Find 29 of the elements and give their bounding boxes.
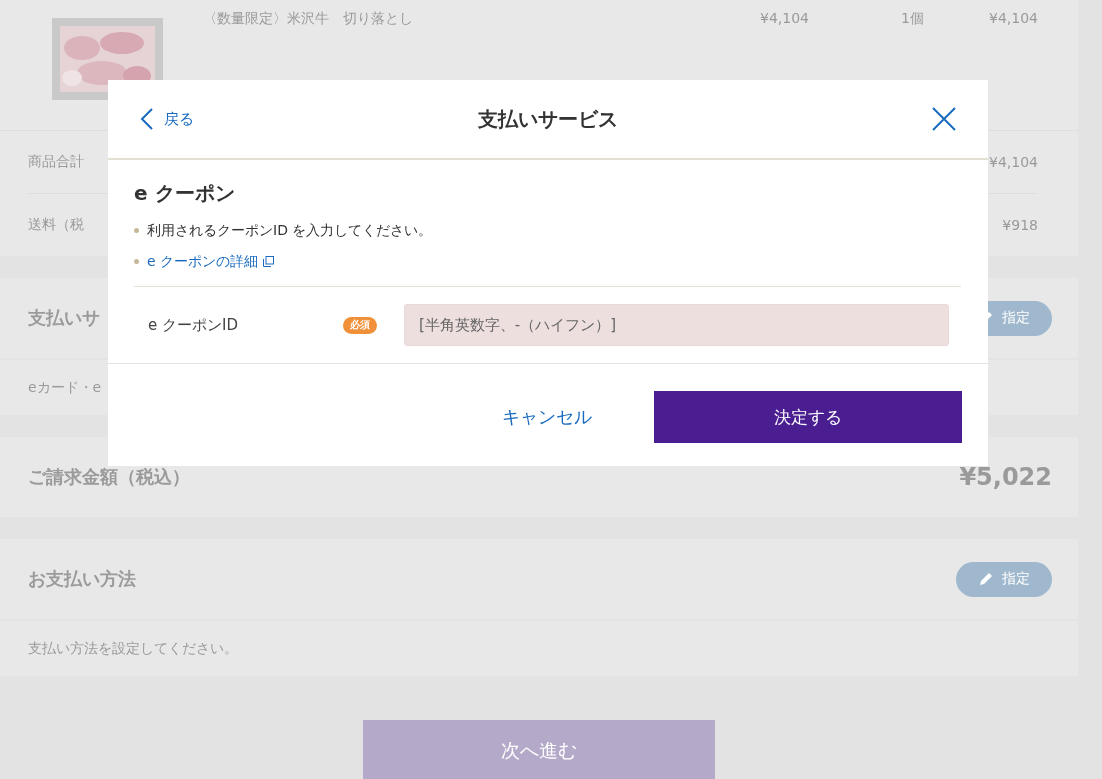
- dialog-title: 支払いサービス: [478, 105, 618, 133]
- bullet-icon: [134, 259, 139, 264]
- details-link[interactable]: e クーポンの詳細: [147, 252, 275, 271]
- product-name: 〈数量限定〉米沢牛 切り落とし: [203, 10, 413, 28]
- total-value: ¥4,104: [989, 154, 1038, 170]
- chevron-left-icon: [140, 107, 154, 131]
- bullet-icon: [134, 228, 139, 233]
- quantity: 1個: [901, 10, 924, 28]
- section-title: 支払いサ: [28, 306, 100, 330]
- back-link[interactable]: 戻る: [140, 107, 260, 131]
- instruction-text: 利用されるクーポンID を入力してください。: [147, 221, 433, 240]
- billing-amount: ¥5,022: [959, 463, 1052, 491]
- required-badge: 必須: [343, 316, 377, 334]
- field-label: e クーポンID: [148, 315, 239, 335]
- total-value: ¥918: [1002, 217, 1038, 233]
- coupon-id-field[interactable]: [半角英数字、-（ハイフン）]: [404, 304, 949, 346]
- total-label: 送料（税: [28, 216, 84, 234]
- section-note: 支払い方法を設定してください。: [28, 639, 238, 658]
- section-note: eカード・e: [28, 378, 102, 397]
- section-title: お支払い方法: [28, 567, 136, 591]
- billing-label: ご請求金額（税込）: [28, 465, 190, 489]
- unit-price: ¥4,104: [760, 10, 809, 26]
- external-window-icon: [263, 256, 275, 267]
- subtotal: ¥4,104: [989, 10, 1038, 26]
- section-heading: e クーポン: [134, 180, 236, 207]
- cancel-link[interactable]: キャンセル: [502, 405, 592, 429]
- close-icon: [932, 107, 956, 131]
- total-label: 商品合計: [28, 153, 84, 171]
- confirm-button[interactable]: 決定する: [654, 391, 962, 443]
